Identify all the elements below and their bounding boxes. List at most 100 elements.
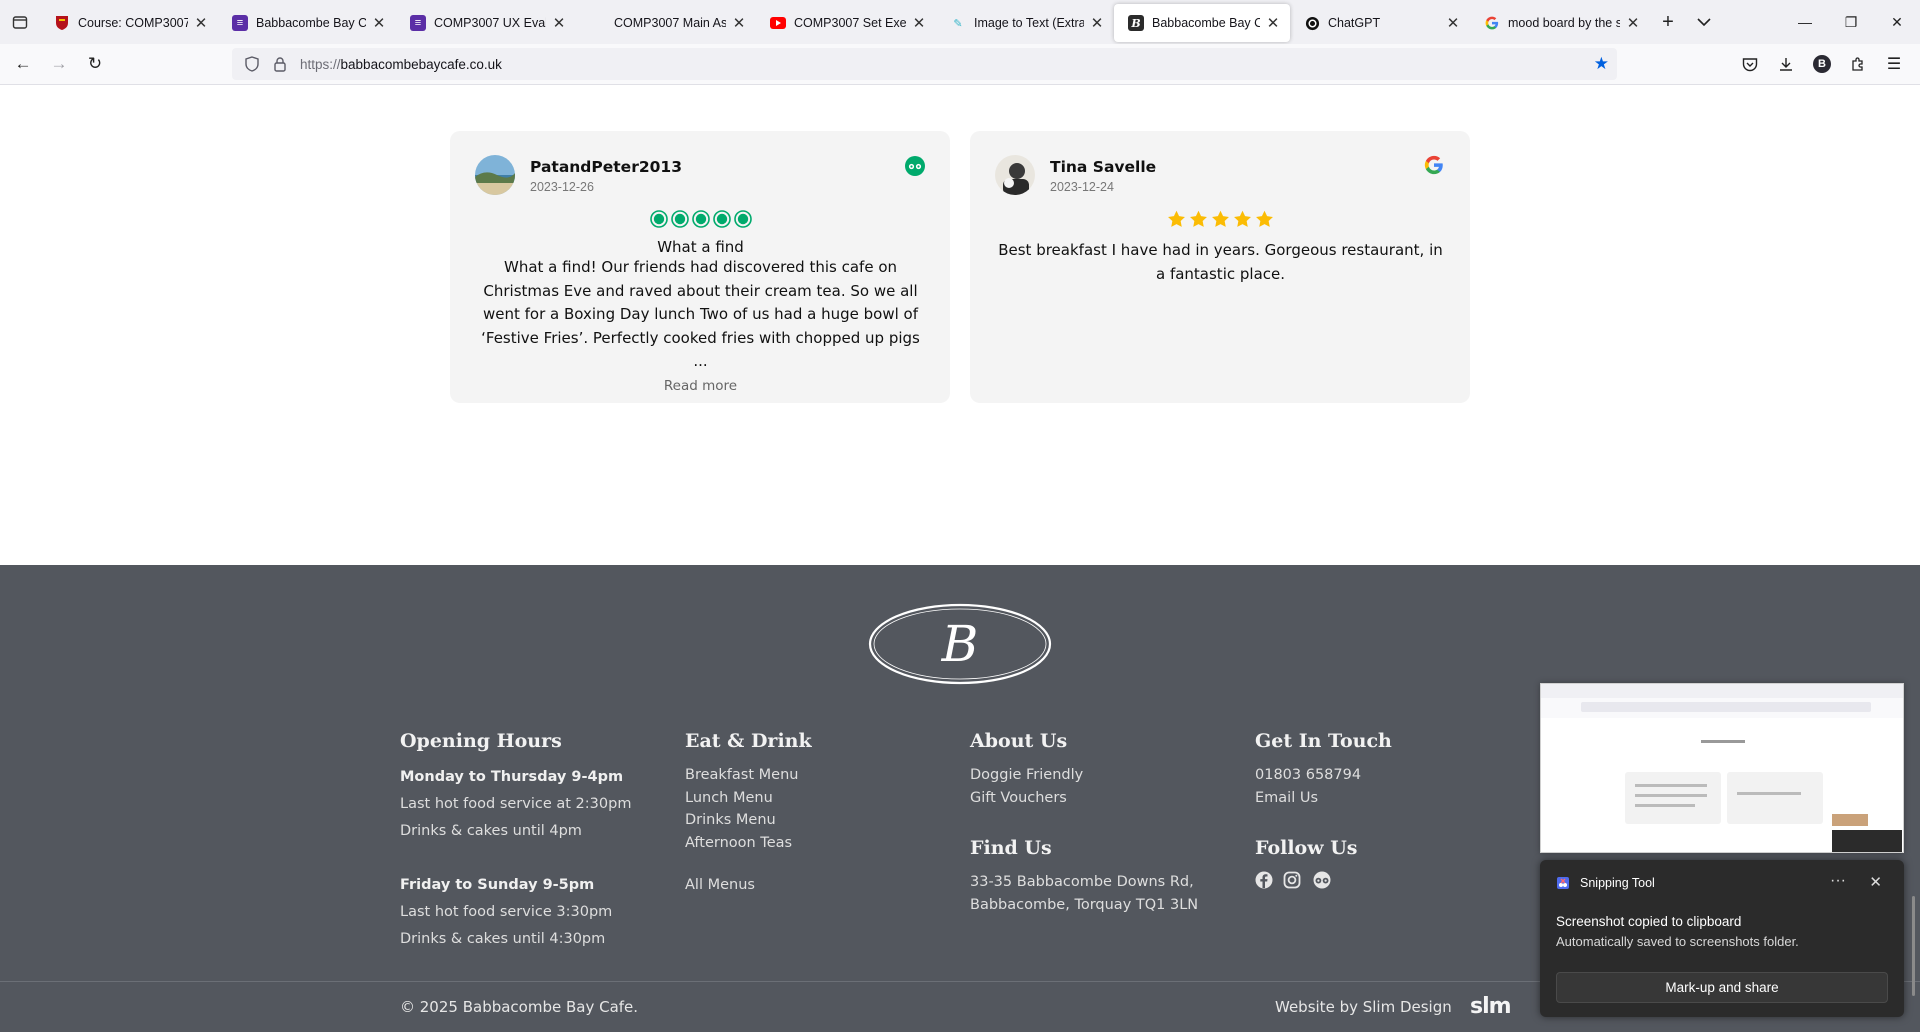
find-us-heading: Find Us (970, 837, 1052, 859)
tripadvisor-icon[interactable] (1311, 871, 1333, 889)
tab-image-to-text[interactable]: ✎ Image to Text (Extract Text) ✕ (936, 4, 1114, 42)
facebook-icon[interactable] (1255, 871, 1273, 889)
screenshot-thumbnail[interactable] (1540, 683, 1904, 853)
rating-bubble-icon (649, 210, 668, 228)
back-button[interactable]: ← (5, 48, 41, 80)
rating-bubble-icon (670, 210, 689, 228)
tab-set-exercise[interactable]: COMP3007 Set Exercise ✕ (756, 4, 936, 42)
fri-sun-cakes: Drinks & cakes until 4:30pm (400, 931, 606, 947)
minimize-icon: — (1798, 14, 1812, 30)
tab-title: Image to Text (Extract Text) (974, 16, 1084, 30)
email-link[interactable]: Email Us (1255, 787, 1392, 810)
close-tab-icon[interactable]: ✕ (1446, 14, 1460, 32)
address-line-2[interactable]: Babbacombe, Torquay TQ1 3LN (970, 894, 1198, 917)
tab-chatgpt[interactable]: ChatGPT ✕ (1290, 4, 1470, 42)
opening-hours-heading: Opening Hours (400, 730, 562, 752)
breakfast-menu-link[interactable]: Breakfast Menu (685, 764, 812, 787)
reviewer-name: Tina Savelle (1050, 158, 1157, 176)
tab-babbacombe-active[interactable]: B Babbacombe Bay Cafe ✕ (1114, 4, 1290, 42)
review-date: 2023-12-24 (1050, 180, 1114, 194)
address-bar[interactable]: https://babbacombebaycafe.co.uk ★ (232, 48, 1617, 80)
drinks-menu-link[interactable]: Drinks Menu (685, 809, 812, 832)
tripadvisor-rating (475, 210, 926, 234)
about-column: About Us Doggie Friendly Gift Vouchers (970, 730, 1083, 809)
forms-icon: ≡ (232, 15, 248, 31)
gift-vouchers-link[interactable]: Gift Vouchers (970, 787, 1083, 810)
reviews-section: PatandPeter2013 2023-12-26 What a find W… (0, 86, 1920, 565)
app-menu-button[interactable]: ☰ (1876, 48, 1912, 80)
toolbar-right: B ☰ (1732, 48, 1912, 80)
tab-main-assessment[interactable]: COMP3007 Main Assessment ✕ (576, 4, 756, 42)
mark-up-and-share-button[interactable]: Mark-up and share (1556, 972, 1888, 1003)
lock-icon[interactable] (266, 56, 294, 72)
screenshot-preview-image (1541, 684, 1903, 852)
arrow-left-icon: ← (14, 54, 32, 73)
restore-icon: ❐ (1844, 13, 1858, 30)
puzzle-icon (1852, 57, 1863, 71)
bookmark-star-icon[interactable]: ★ (1594, 54, 1609, 74)
page-scrollbar[interactable] (1912, 896, 1915, 996)
close-tab-icon[interactable]: ✕ (372, 14, 386, 32)
google-icon (1484, 15, 1500, 31)
firefox-view-button[interactable] (0, 0, 40, 44)
tab-ux-evaluation[interactable]: ≡ COMP3007 UX Evaluation ✕ (396, 4, 576, 42)
phone-link[interactable]: 01803 658794 (1255, 764, 1392, 787)
pen-icon: ✎ (953, 17, 963, 30)
mon-thu-hot-food: Last hot food service at 2:30pm (400, 796, 632, 812)
afternoon-teas-link[interactable]: Afternoon Teas (685, 832, 812, 855)
close-tab-icon[interactable]: ✕ (1626, 14, 1640, 32)
close-tab-icon[interactable]: ✕ (194, 14, 208, 32)
chatgpt-icon (1304, 15, 1320, 31)
close-window-button[interactable]: ✕ (1874, 0, 1920, 44)
tab-strip: Course: COMP3007 HCI ✕ ≡ Babbacombe Bay … (0, 0, 1920, 44)
tab-title: Babbacombe Bay Cafe (1152, 16, 1260, 30)
forward-button[interactable]: → (41, 48, 77, 80)
babbacombe-logo[interactable]: B (868, 603, 1052, 685)
chevron-down-icon (1697, 18, 1711, 27)
close-tab-icon[interactable]: ✕ (1266, 14, 1280, 32)
reload-button[interactable]: ↻ (77, 48, 113, 80)
close-tab-icon[interactable]: ✕ (732, 14, 746, 32)
instagram-icon[interactable] (1283, 871, 1301, 889)
notification-header: Snipping Tool (1556, 876, 1655, 890)
about-heading: About Us (970, 730, 1068, 752)
lunch-menu-link[interactable]: Lunch Menu (685, 787, 812, 810)
close-notification-icon[interactable]: ✕ (1869, 873, 1882, 891)
find-us-column: Find Us 33-35 Babbacombe Downs Rd, Babba… (970, 837, 1198, 916)
close-tab-icon[interactable]: ✕ (912, 14, 926, 32)
account-button[interactable]: B (1804, 48, 1840, 80)
doggie-friendly-link[interactable]: Doggie Friendly (970, 764, 1083, 787)
tracking-protection-icon[interactable] (238, 56, 266, 72)
read-more-link[interactable]: Read more (475, 378, 926, 394)
website-credit-link[interactable]: Website by Slim Design (1275, 998, 1452, 1016)
snipping-tool-notification: Snipping Tool ··· ✕ Screenshot copied to… (1540, 860, 1904, 1017)
tab-course-comp3007[interactable]: Course: COMP3007 HCI ✕ (40, 4, 218, 42)
minimize-button[interactable]: — (1782, 0, 1828, 44)
address-line-1[interactable]: 33-35 Babbacombe Downs Rd, (970, 871, 1198, 894)
tab-babbacombe-form[interactable]: ≡ Babbacombe Bay Cafe ✕ (218, 4, 396, 42)
slim-design-logo[interactable]: slm (1470, 994, 1512, 1019)
close-tab-icon[interactable]: ✕ (1090, 14, 1104, 32)
get-in-touch-heading: Get In Touch (1255, 730, 1392, 752)
review-card: PatandPeter2013 2023-12-26 What a find W… (450, 131, 950, 403)
restore-button[interactable]: ❐ (1828, 0, 1874, 44)
extensions-button[interactable] (1840, 48, 1876, 80)
get-in-touch-column: Get In Touch 01803 658794 Email Us (1255, 730, 1392, 809)
all-menus-link[interactable]: All Menus (685, 874, 812, 897)
follow-us-column: Follow Us (1255, 837, 1357, 889)
fri-sun-hot-food: Last hot food service 3:30pm (400, 904, 613, 920)
tab-mood-board[interactable]: mood board by the sea ✕ (1470, 4, 1650, 42)
arrow-right-icon: → (50, 54, 68, 73)
close-tab-icon[interactable]: ✕ (552, 14, 566, 32)
tab-title: ChatGPT (1328, 16, 1381, 30)
google-rating (995, 210, 1446, 234)
follow-us-heading: Follow Us (1255, 837, 1358, 859)
more-options-icon[interactable]: ··· (1830, 872, 1846, 890)
list-all-tabs-button[interactable] (1686, 4, 1722, 40)
new-tab-button[interactable]: + (1650, 4, 1686, 40)
pocket-button[interactable] (1732, 48, 1768, 80)
downloads-button[interactable] (1768, 48, 1804, 80)
rating-bubble-icon (712, 210, 731, 228)
tab-title: mood board by the sea (1508, 16, 1620, 30)
